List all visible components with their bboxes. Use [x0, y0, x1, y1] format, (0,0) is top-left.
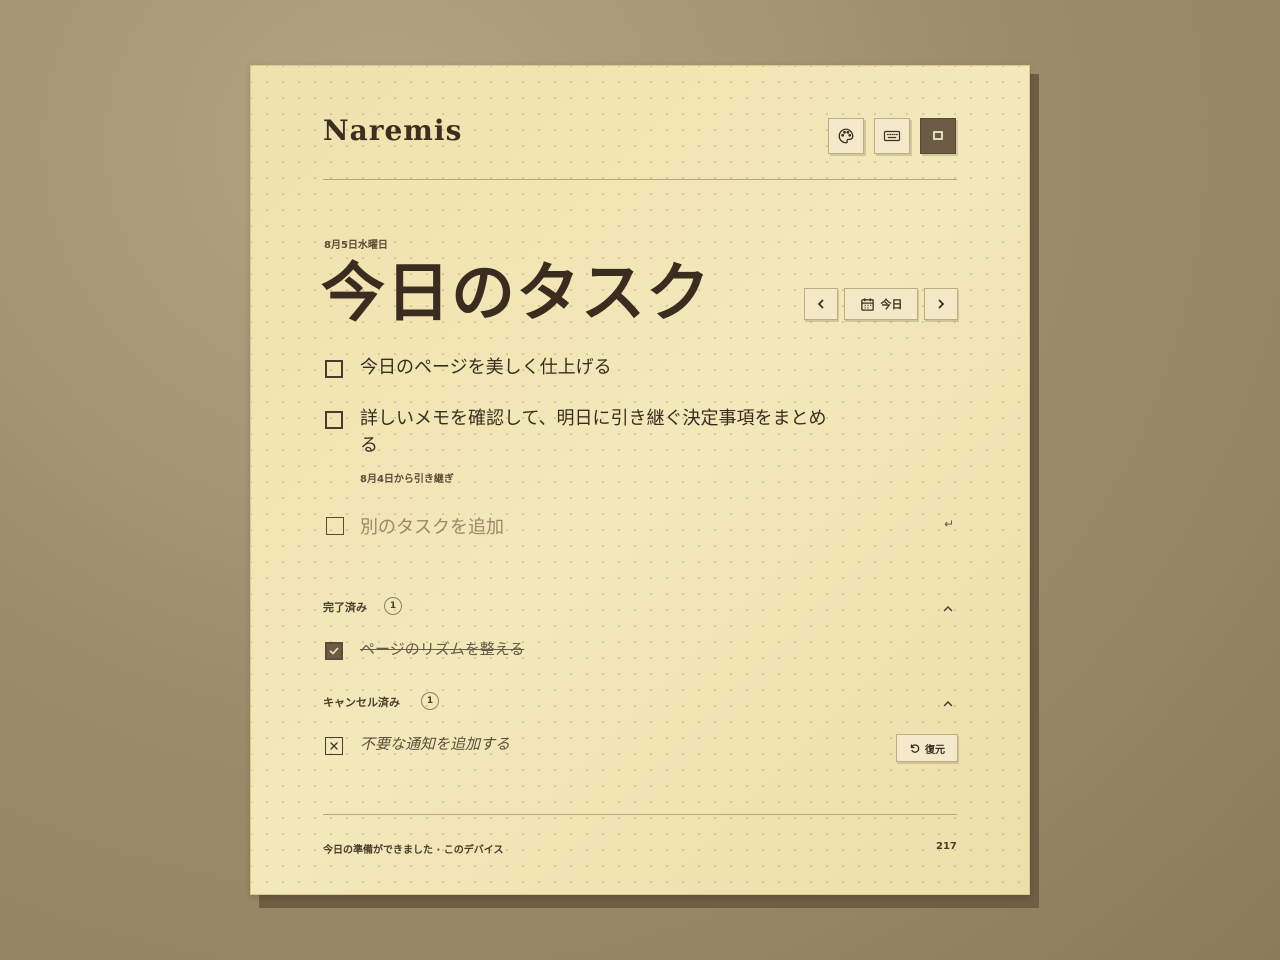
- app-card: Naremis 8月5日水曜日 今日のタスク 今日 今日のページを美しく仕上げる…: [250, 65, 1030, 895]
- focus-mode-button[interactable]: [920, 118, 956, 154]
- task-text[interactable]: 詳しいメモを確認して、明日に引き継ぐ決定事項をまとめる: [360, 405, 830, 459]
- collapse-completed-button[interactable]: [942, 600, 954, 619]
- theme-button[interactable]: [828, 118, 864, 154]
- completed-task-text: ページのリズムを整える: [360, 640, 525, 658]
- footer-status: 今日の準備ができました · このデバイス: [323, 845, 504, 856]
- chevron-left-icon: [817, 299, 824, 309]
- page-title: 今日のタスク: [321, 257, 711, 331]
- chevron-up-icon: [943, 700, 953, 707]
- collapse-cancelled-button[interactable]: [942, 695, 954, 714]
- undo-icon: [910, 744, 920, 753]
- app-logo: Naremis: [323, 114, 463, 147]
- task-checkbox[interactable]: [325, 411, 343, 429]
- task-text[interactable]: 今日のページを美しく仕上げる: [360, 354, 830, 381]
- completed-task-checkbox[interactable]: [325, 642, 343, 660]
- task-checkbox[interactable]: [325, 360, 343, 378]
- previous-day-button[interactable]: [804, 288, 838, 320]
- enter-key-icon: ↵: [944, 517, 955, 531]
- new-task-checkbox: [326, 517, 344, 535]
- add-task-input[interactable]: 別のタスクを追加: [360, 513, 504, 539]
- x-icon: [330, 742, 338, 750]
- completed-count-badge: 1: [384, 597, 402, 615]
- carryover-note: 8月4日から引き継ぎ: [360, 474, 454, 485]
- checkmark-icon: [329, 647, 339, 655]
- cancelled-task-text: 不要な通知を追加する: [360, 735, 511, 753]
- cancelled-section-label: キャンセル済み: [323, 696, 400, 709]
- completed-section-label: 完了済み: [323, 601, 367, 614]
- restore-button[interactable]: 復元: [896, 734, 958, 762]
- palette-icon: [838, 128, 854, 144]
- chevron-up-icon: [943, 605, 953, 612]
- footer-divider: [323, 814, 957, 815]
- header-divider: [323, 179, 957, 180]
- footer-count: 217: [936, 841, 957, 852]
- cancelled-count-badge: 1: [421, 692, 439, 710]
- cancelled-task-checkbox[interactable]: [325, 737, 343, 755]
- calendar-icon: [860, 297, 874, 311]
- today-button[interactable]: 今日: [844, 288, 918, 320]
- next-day-button[interactable]: [924, 288, 958, 320]
- square-icon: [933, 131, 943, 140]
- today-label: 今日: [880, 298, 903, 311]
- keyboard-icon: [883, 130, 901, 142]
- chevron-right-icon: [938, 299, 945, 309]
- keyboard-shortcuts-button[interactable]: [874, 118, 910, 154]
- restore-label: 復元: [925, 744, 945, 756]
